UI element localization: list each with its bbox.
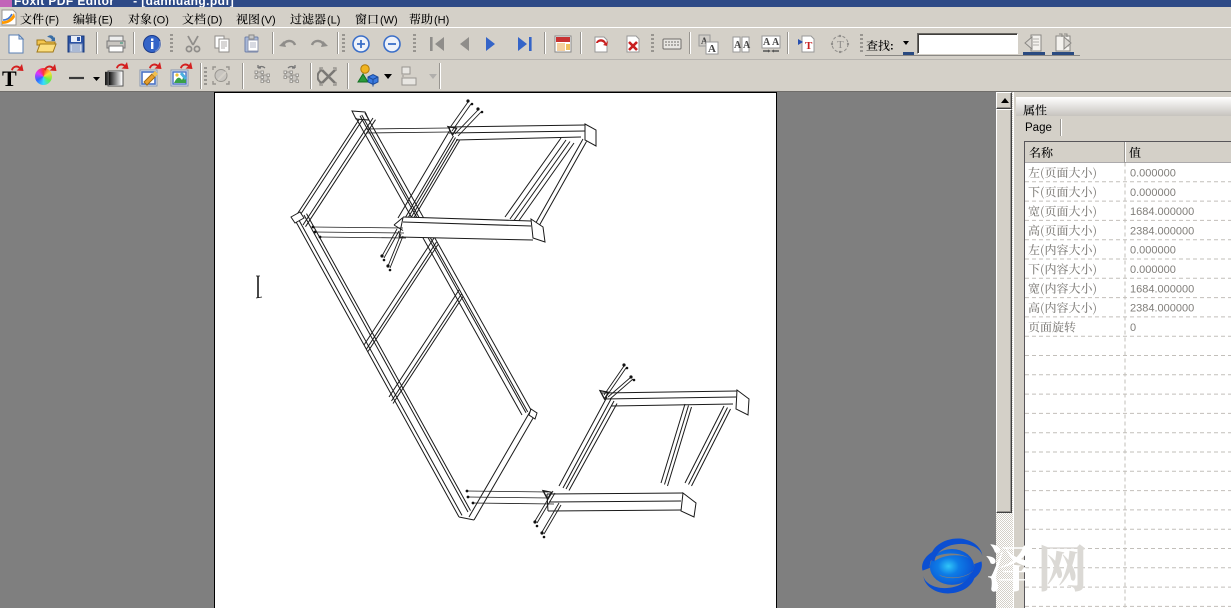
svg-text::: : <box>890 41 894 53</box>
svg-text:(E): (E) <box>98 15 113 27</box>
svg-text:(H): (H) <box>434 15 449 27</box>
svg-text:0.000000: 0.000000 <box>1130 245 1176 257</box>
svg-text:2384.000000: 2384.000000 <box>1130 303 1194 315</box>
svg-text:T: T <box>2 66 17 88</box>
svg-text:1684.000000: 1684.000000 <box>1130 283 1194 295</box>
svg-text:(F): (F) <box>45 15 59 27</box>
svg-text:A: A <box>743 40 751 51</box>
svg-text:T: T <box>805 40 813 52</box>
svg-text:A: A <box>772 37 780 48</box>
svg-text:(V): (V) <box>261 15 276 27</box>
svg-text:0: 0 <box>1130 322 1136 334</box>
svg-text:A: A <box>763 37 771 48</box>
svg-text:0.000000: 0.000000 <box>1130 264 1176 276</box>
svg-text:Page: Page <box>1025 122 1052 134</box>
svg-text:A: A <box>708 43 716 55</box>
svg-text:(O): (O) <box>153 15 169 27</box>
svg-text:T: T <box>837 39 844 51</box>
svg-text:2384.000000: 2384.000000 <box>1130 225 1194 237</box>
svg-text:(W): (W) <box>380 15 398 27</box>
svg-text:0.000000: 0.000000 <box>1130 168 1176 180</box>
svg-text:0.000000: 0.000000 <box>1130 187 1176 199</box>
svg-text:1684.000000: 1684.000000 <box>1130 206 1194 218</box>
svg-text:(L): (L) <box>327 15 340 27</box>
svg-text:(D): (D) <box>207 15 222 27</box>
svg-text:A: A <box>734 40 742 51</box>
